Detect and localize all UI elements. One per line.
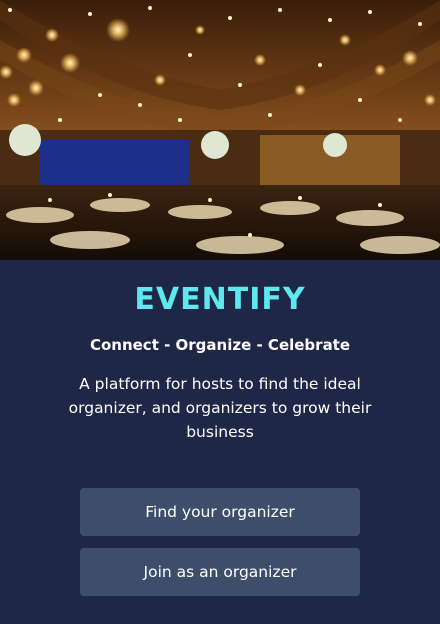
find-organizer-button[interactable]: Find your organizer: [80, 488, 360, 536]
banquet-hall-photo: [0, 0, 440, 260]
tagline: Connect - Organize - Celebrate: [89, 336, 351, 354]
brand-name: EVENTIFY: [134, 282, 306, 317]
intro-panel: EVENTIFY Connect - Organize - Celebrate …: [0, 260, 440, 624]
description: A platform for hosts to find the ideal o…: [68, 375, 372, 441]
landing-screen: EVENTIFY Connect - Organize - Celebrate …: [0, 0, 440, 624]
hero-image: [0, 0, 440, 260]
join-organizer-button[interactable]: Join as an organizer: [80, 548, 360, 596]
